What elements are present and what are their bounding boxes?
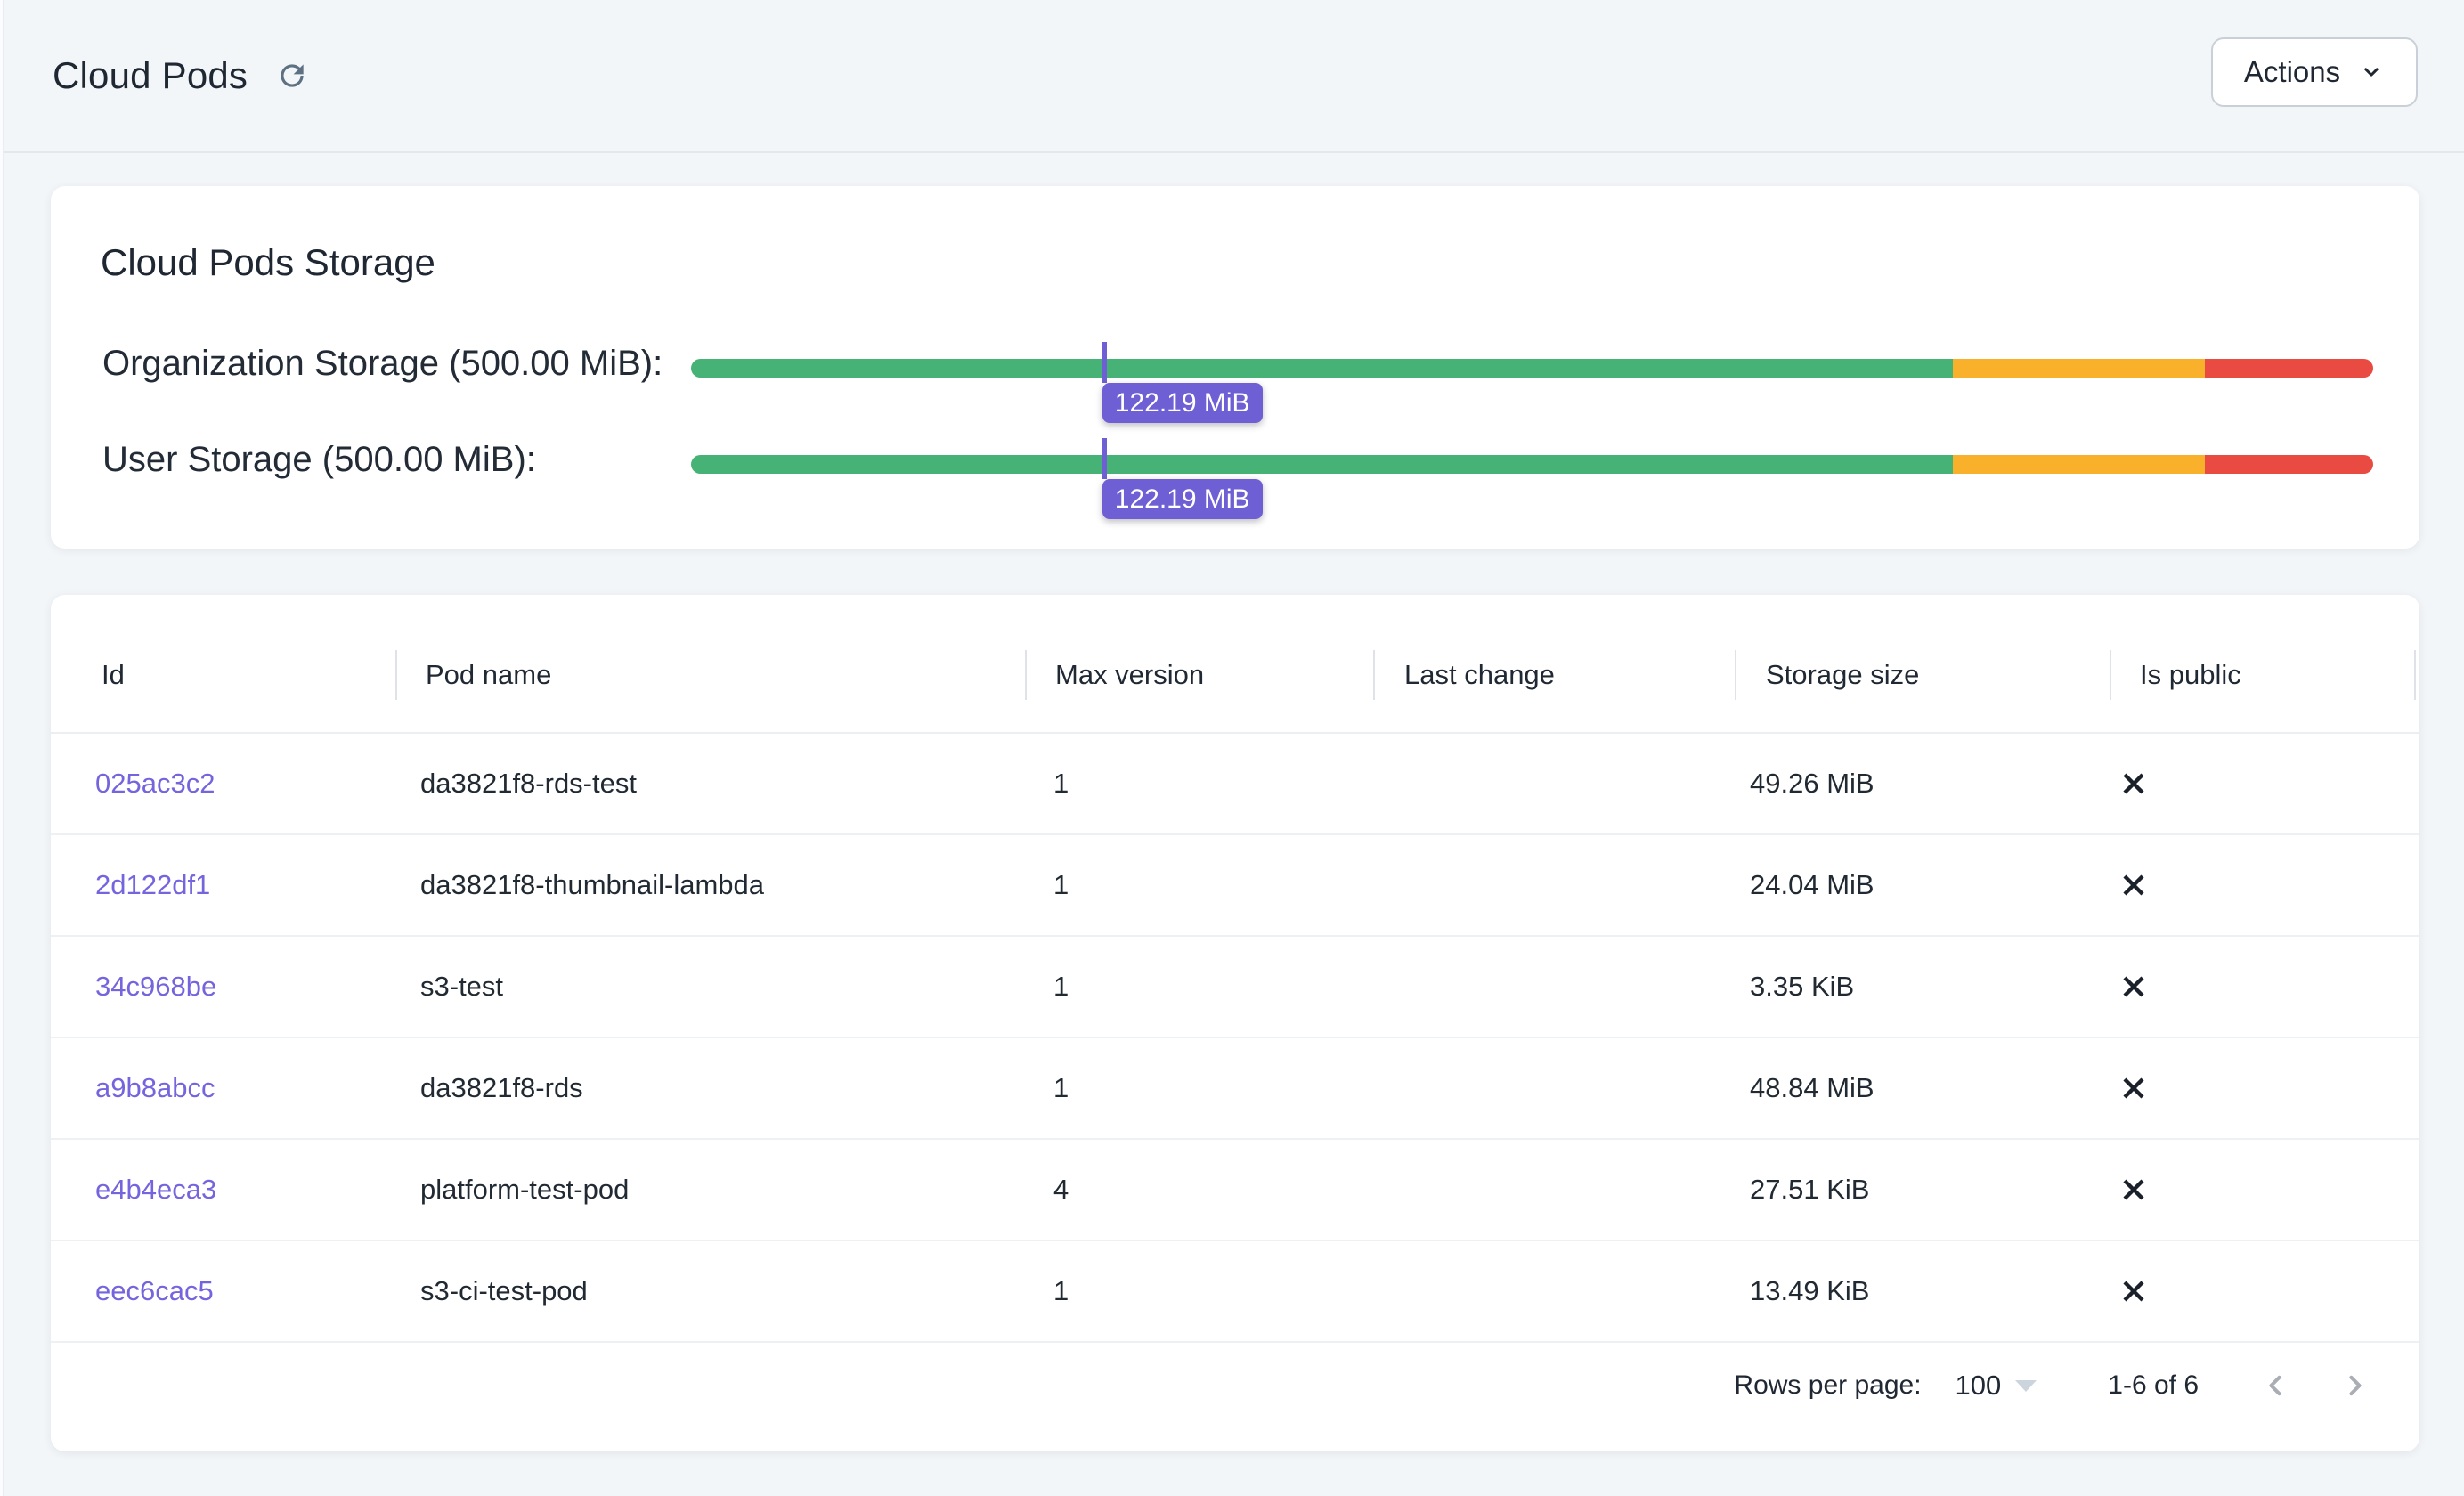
gauge-green-segment bbox=[691, 455, 1953, 474]
gauge-red-segment bbox=[2205, 359, 2373, 378]
storage-size-cell: 27.51 KiB bbox=[1750, 1140, 1869, 1240]
org-storage-bar bbox=[691, 359, 2373, 378]
clear-x-icon bbox=[2120, 1278, 2147, 1305]
table-row[interactable]: 025ac3c2 da3821f8-rds-test 1 49.26 MiB bbox=[51, 734, 2419, 835]
table-header-row: Id Pod name Max version Last change Stor… bbox=[51, 595, 2419, 732]
pod-id-link[interactable]: e4b4eca3 bbox=[95, 1140, 216, 1240]
gauge-red-segment bbox=[2205, 455, 2373, 474]
app-header: Cloud Pods Actions bbox=[0, 0, 2464, 153]
max-version-cell: 4 bbox=[1053, 1140, 1069, 1240]
storage-card: Cloud Pods Storage Organization Storage … bbox=[51, 186, 2419, 549]
max-version-cell: 1 bbox=[1053, 734, 1069, 833]
pod-name-cell: s3-ci-test-pod bbox=[420, 1241, 588, 1341]
dropdown-arrow-icon[interactable] bbox=[2015, 1380, 2037, 1392]
column-header-is-public[interactable]: Is public bbox=[2140, 661, 2241, 689]
page-title: Cloud Pods bbox=[53, 54, 248, 97]
storage-size-cell: 48.84 MiB bbox=[1750, 1038, 1874, 1138]
max-version-cell: 1 bbox=[1053, 1038, 1069, 1138]
usage-marker bbox=[1102, 342, 1107, 383]
usage-marker bbox=[1102, 438, 1107, 479]
chevron-left-icon bbox=[2256, 1366, 2295, 1405]
storage-size-cell: 24.04 MiB bbox=[1750, 835, 1874, 935]
chevron-right-icon bbox=[2336, 1366, 2375, 1405]
pod-id-link[interactable]: a9b8abcc bbox=[95, 1038, 215, 1138]
column-separator bbox=[395, 650, 397, 700]
gauge-green-segment bbox=[691, 359, 1953, 378]
max-version-cell: 1 bbox=[1053, 937, 1069, 1037]
column-separator bbox=[1735, 650, 1736, 700]
actions-button[interactable]: Actions bbox=[2211, 37, 2418, 107]
pod-name-cell: s3-test bbox=[420, 937, 503, 1037]
table-row[interactable]: a9b8abcc da3821f8-rds 1 48.84 MiB bbox=[51, 1038, 2419, 1140]
pod-name-cell: platform-test-pod bbox=[420, 1140, 629, 1240]
pod-name-cell: da3821f8-thumbnail-lambda bbox=[420, 835, 764, 935]
gauge-amber-segment bbox=[1953, 359, 2205, 378]
pod-id-link[interactable]: 2d122df1 bbox=[95, 835, 210, 935]
rows-per-page-select[interactable]: 100 bbox=[1956, 1370, 2002, 1402]
usage-tooltip: 122.19 MiB bbox=[1102, 479, 1263, 519]
cloud-pods-table-card: Id Pod name Max version Last change Stor… bbox=[51, 595, 2419, 1451]
table-body: 025ac3c2 da3821f8-rds-test 1 49.26 MiB 2… bbox=[51, 734, 2419, 1343]
chevron-down-icon bbox=[2358, 59, 2385, 85]
column-separator bbox=[1373, 650, 1375, 700]
user-storage-gauge: 122.19 MiB bbox=[691, 438, 2373, 527]
pod-id-link[interactable]: 34c968be bbox=[95, 937, 216, 1037]
pod-id-link[interactable]: 025ac3c2 bbox=[95, 734, 215, 833]
column-header-pod-name[interactable]: Pod name bbox=[426, 661, 551, 689]
pod-name-cell: da3821f8-rds bbox=[420, 1038, 583, 1138]
column-header-id[interactable]: Id bbox=[102, 661, 125, 689]
column-header-last-change[interactable]: Last change bbox=[1404, 661, 1555, 689]
pagination-range-label: 1-6 of 6 bbox=[2108, 1370, 2199, 1401]
table-row[interactable]: e4b4eca3 platform-test-pod 4 27.51 KiB bbox=[51, 1140, 2419, 1241]
clear-x-icon bbox=[2120, 1176, 2147, 1203]
storage-size-cell: 3.35 KiB bbox=[1750, 937, 1854, 1037]
org-storage-gauge: 122.19 MiB bbox=[691, 342, 2373, 431]
usage-tooltip: 122.19 MiB bbox=[1102, 383, 1263, 423]
actions-button-label: Actions bbox=[2244, 55, 2340, 89]
max-version-cell: 1 bbox=[1053, 1241, 1069, 1341]
storage-size-cell: 49.26 MiB bbox=[1750, 734, 1874, 833]
user-storage-label: User Storage (500.00 MiB): bbox=[102, 441, 536, 478]
refresh-icon bbox=[275, 59, 309, 93]
next-page-button[interactable] bbox=[2336, 1366, 2375, 1405]
pod-name-cell: da3821f8-rds-test bbox=[420, 734, 637, 833]
clear-x-icon bbox=[2120, 770, 2147, 797]
org-storage-label: Organization Storage (500.00 MiB): bbox=[102, 345, 663, 382]
column-header-max-version[interactable]: Max version bbox=[1055, 661, 1204, 689]
storage-size-cell: 13.49 KiB bbox=[1750, 1241, 1869, 1341]
column-separator bbox=[1025, 650, 1027, 700]
table-row[interactable]: eec6cac5 s3-ci-test-pod 1 13.49 KiB bbox=[51, 1241, 2419, 1343]
pod-id-link[interactable]: eec6cac5 bbox=[95, 1241, 214, 1341]
storage-card-title: Cloud Pods Storage bbox=[101, 243, 435, 282]
window-left-edge bbox=[0, 0, 4, 1496]
column-header-storage-size[interactable]: Storage size bbox=[1766, 661, 1919, 689]
previous-page-button[interactable] bbox=[2256, 1366, 2295, 1405]
column-separator bbox=[2110, 650, 2111, 700]
user-storage-bar bbox=[691, 455, 2373, 474]
rows-per-page-label: Rows per page: bbox=[1734, 1370, 1921, 1401]
table-pagination: Rows per page: 100 1-6 of 6 bbox=[1734, 1361, 2375, 1411]
clear-x-icon bbox=[2120, 872, 2147, 898]
refresh-button[interactable] bbox=[267, 51, 317, 101]
column-separator bbox=[2414, 650, 2416, 700]
clear-x-icon bbox=[2120, 973, 2147, 1000]
gauge-amber-segment bbox=[1953, 455, 2205, 474]
table-row[interactable]: 2d122df1 da3821f8-thumbnail-lambda 1 24.… bbox=[51, 835, 2419, 937]
table-row[interactable]: 34c968be s3-test 1 3.35 KiB bbox=[51, 937, 2419, 1038]
clear-x-icon bbox=[2120, 1075, 2147, 1102]
max-version-cell: 1 bbox=[1053, 835, 1069, 935]
